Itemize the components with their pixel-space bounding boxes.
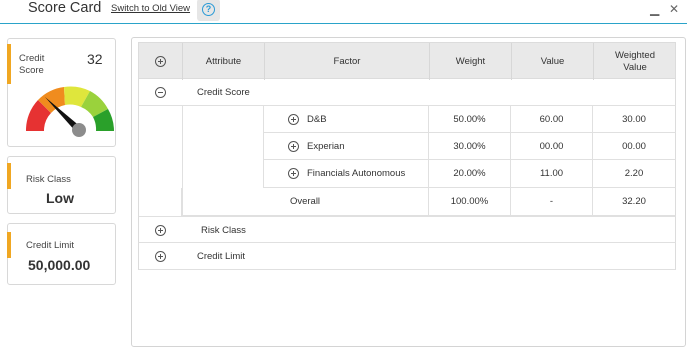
overall-weighted-value: 32.20 (592, 188, 675, 215)
factor-row: Experian 30.00% 00.00 00.00 (263, 133, 676, 160)
card-accent (7, 232, 11, 258)
expand-icon[interactable] (155, 225, 166, 236)
switch-old-view-link[interactable]: Switch to Old View (111, 3, 190, 14)
risk-class-value: Low (46, 190, 74, 206)
factor-row: D&B 50.00% 60.00 30.00 (263, 106, 676, 133)
col-attribute: Attribute (182, 43, 264, 80)
group-row-credit-score[interactable]: Credit Score (138, 79, 676, 106)
weight-cell: 50.00% (428, 106, 510, 132)
help-icon: ? (202, 3, 215, 16)
credit-limit-value: 50,000.00 (28, 257, 91, 273)
factor-row: Financials Autonomous 20.00% 11.00 2.20 (263, 160, 676, 188)
credit-score-gauge (25, 86, 114, 137)
expand-factor-icon[interactable] (288, 141, 299, 152)
credit-limit-label: Credit Limit (26, 240, 75, 251)
overall-value: - (510, 188, 592, 215)
card-accent (7, 44, 11, 84)
collapse-icon[interactable] (155, 87, 166, 98)
col-factor: Factor (264, 43, 429, 80)
table-header: Attribute Factor Weight Value Weighted V… (138, 42, 676, 80)
col-weight: Weight (429, 43, 511, 80)
risk-class-label: Risk Class (26, 174, 71, 185)
overall-label: Overall (289, 196, 321, 207)
card-accent (7, 163, 11, 189)
value-cell: 00.00 (510, 133, 592, 159)
group-label: Risk Class (201, 225, 246, 236)
group-label: Credit Limit (197, 251, 246, 262)
value-cell: 60.00 (510, 106, 592, 132)
credit-score-value: 32 (87, 51, 103, 67)
weighted-value-cell: 30.00 (592, 106, 675, 132)
factor-name: D&B (307, 114, 327, 125)
minimize-icon[interactable]: ▁ (650, 2, 659, 16)
group-row-risk-class[interactable]: Risk Class (138, 216, 676, 243)
value-cell: 11.00 (510, 160, 592, 187)
credit-score-label: Credit Score (19, 53, 45, 76)
header: Score Card Switch to Old View ? ▁ ✕ (0, 0, 687, 24)
score-table: Attribute Factor Weight Value Weighted V… (138, 42, 676, 270)
risk-class-card: Risk Class Low (7, 156, 116, 214)
overall-weight: 100.00% (428, 188, 510, 215)
credit-score-card: Credit Score 32 (7, 38, 116, 147)
group-row-credit-limit[interactable]: Credit Limit (138, 243, 676, 270)
weight-cell: 30.00% (428, 133, 510, 159)
page-title: Score Card (28, 0, 102, 16)
expand-all-cell[interactable] (139, 43, 182, 80)
weighted-value-cell: 00.00 (592, 133, 675, 159)
group-label: Credit Score (197, 87, 250, 98)
expand-factor-icon[interactable] (288, 168, 299, 179)
weighted-value-cell: 2.20 (592, 160, 675, 187)
factor-name: Experian (307, 141, 345, 152)
expand-icon[interactable] (155, 251, 166, 262)
factor-name: Financials Autonomous (307, 168, 406, 179)
expand-all-icon[interactable] (155, 56, 166, 67)
col-value: Value (511, 43, 593, 80)
credit-limit-card: Credit Limit 50,000.00 (7, 223, 116, 285)
overall-row: Overall 100.00% - 32.20 (181, 188, 676, 216)
help-button[interactable]: ? (197, 0, 220, 21)
col-weighted-value: Weighted Value (593, 43, 676, 80)
gauge-pivot (72, 123, 86, 137)
weight-cell: 20.00% (428, 160, 510, 187)
close-icon[interactable]: ✕ (669, 2, 679, 16)
expand-factor-icon[interactable] (288, 114, 299, 125)
